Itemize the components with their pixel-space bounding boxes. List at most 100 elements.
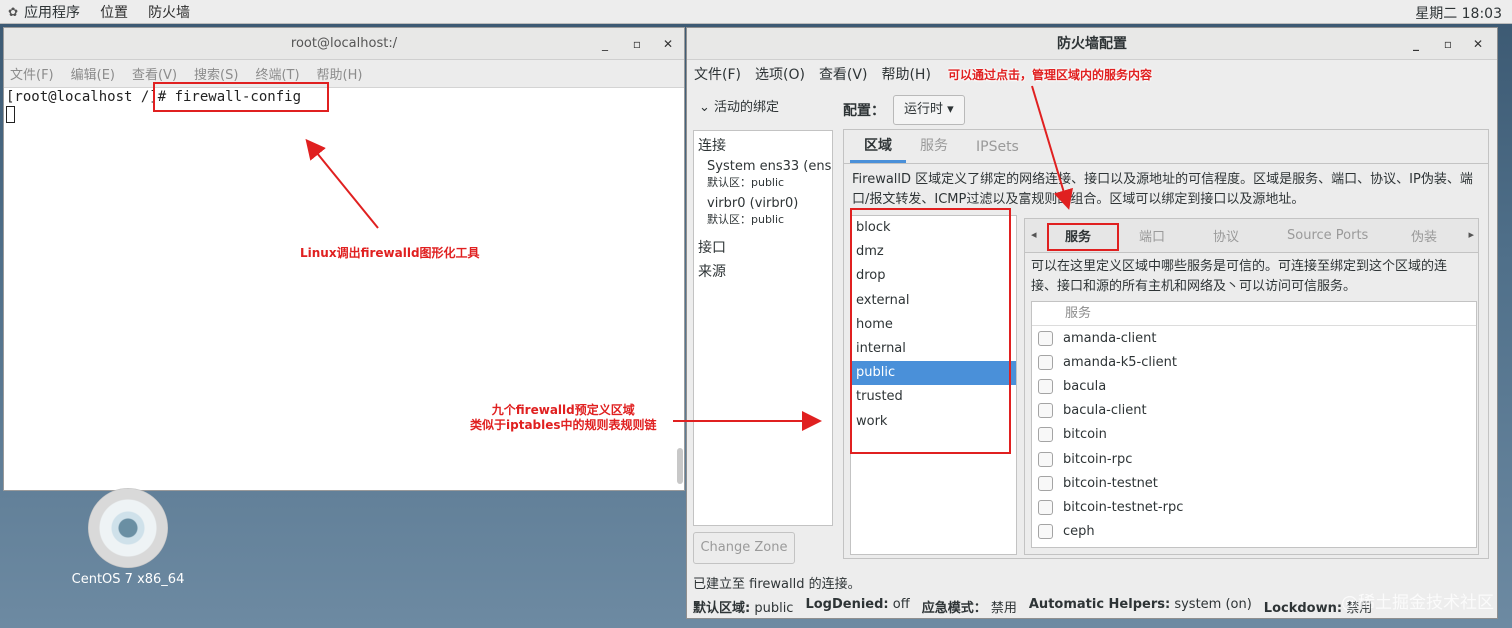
fw-menu-options[interactable]: 选项(O) [755,64,805,84]
service-name: amanda-k5-client [1063,354,1177,370]
tab-ipsets[interactable]: IPSets [962,139,1033,163]
service-checkbox[interactable] [1038,499,1053,515]
panic-value: 禁用 [990,601,1017,616]
terminal-scrollbar[interactable] [677,448,683,484]
annotation-linux-tool: Linux调出firewalld图形化工具 [300,246,480,260]
subtab-protocols[interactable]: 协议 [1213,226,1239,245]
close-icon[interactable]: ✕ [1467,28,1489,60]
service-row[interactable]: bitcoin-rpc [1032,447,1476,471]
tab-zones[interactable]: 区域 [850,135,906,163]
terminal-body[interactable]: [root@localhost /]# firewall-config [4,88,684,124]
bindings-interfaces-header: 接口 [698,240,726,256]
annotation-zones-line1: 九个firewalld预定义区域 [491,403,635,417]
firewall-title: 防火墙配置 [1057,36,1127,52]
config-select[interactable]: 运行时 ▾ [893,95,965,125]
service-row[interactable]: bacula-client [1032,399,1476,423]
service-row[interactable]: bitcoin-testnet-rpc [1032,495,1476,519]
service-row[interactable]: ceph [1032,520,1476,544]
service-checkbox[interactable] [1038,475,1053,491]
menu-file[interactable]: 文件(F) [10,64,54,83]
configuration-row: 配置： 运行时 ▾ [843,94,965,126]
watermark: @稀土掘金技术社区 [1341,593,1494,613]
menu-view[interactable]: 查看(V) [132,64,177,83]
service-name: bacula [1063,378,1107,394]
service-row[interactable]: amanda-client [1032,326,1476,350]
gnome-foot-icon: ✿ [8,4,19,19]
menu-search[interactable]: 搜索(S) [194,64,238,83]
fw-menu-view[interactable]: 查看(V) [819,64,868,84]
subtab-masquerade[interactable]: 伪装 [1411,226,1437,245]
active-app-menu[interactable]: 防火墙 [148,2,190,22]
dropdown-arrow-icon: ▾ [947,102,954,117]
zone-settings-pane: ◂ 服务 端口 协议 Source Ports 伪装 ▸ 可以在这里定义区域中哪… [1024,218,1479,555]
service-row[interactable]: amanda-k5-client [1032,350,1476,374]
panic-label: 应急模式： [921,601,987,616]
default-zone-label: 默认区域: [693,601,751,616]
service-row[interactable]: bitcoin [1032,423,1476,447]
disc-icon [88,488,168,568]
fw-menu-help[interactable]: 帮助(H) [881,64,930,84]
places-menu[interactable]: 位置 [100,2,128,22]
highlight-command-box [153,82,329,112]
applications-menu[interactable]: ✿ 应用程序 [8,2,80,22]
service-name: bitcoin-rpc [1063,451,1133,467]
menu-help[interactable]: 帮助(H) [317,64,363,83]
services-column-header[interactable]: 服务 [1032,302,1476,326]
service-checkbox[interactable] [1038,378,1053,394]
tab-services[interactable]: 服务 [906,135,962,163]
annotation-click-manage: 可以通过点击，管理区域内的服务内容 [948,68,1153,82]
service-row[interactable]: bitcoin-testnet [1032,471,1476,495]
lockdown-label: Lockdown: [1263,601,1343,616]
binding-connection[interactable]: System ens33 (ens33) [694,159,832,174]
desktop-icon-label: CentOS 7 x86_64 [71,572,185,587]
service-checkbox[interactable] [1038,330,1053,346]
connection-status: 已建立至 firewalld 的连接。 [693,577,861,592]
binding-connection[interactable]: virbr0 (virbr0) [694,196,832,211]
firewall-titlebar: 防火墙配置 _ ▫ ✕ [687,28,1497,60]
chevron-down-icon: ⌄ [699,100,710,115]
main-tabs: 区域 服务 IPSets [844,130,1488,164]
active-bindings-label: 活动的绑定 [714,100,780,115]
logdenied-label: LogDenied: [805,597,889,612]
close-icon[interactable]: ✕ [657,28,679,60]
terminal-titlebar: root@localhost:/ _ ▫ ✕ [4,28,684,60]
default-zone-value: public [754,601,794,616]
helpers-value: system (on) [1174,597,1252,612]
scroll-left-icon[interactable]: ◂ [1031,228,1037,241]
change-zone-button[interactable]: Change Zone [693,532,795,564]
service-checkbox[interactable] [1038,451,1053,467]
service-checkbox[interactable] [1038,354,1053,370]
helpers-label: Automatic Helpers: [1028,597,1171,612]
binding-zone: 默认区：public [707,176,785,189]
logdenied-value: off [892,597,910,612]
top-bar: ✿ 应用程序 位置 防火墙 星期二 18:03 [0,0,1512,24]
firewall-window: 防火墙配置 _ ▫ ✕ 文件(F) 选项(O) 查看(V) 帮助(H) ⌄ 活动… [686,27,1498,619]
active-bindings-header[interactable]: ⌄ 活动的绑定 [693,94,833,122]
clock[interactable]: 星期二 18:03 [1415,3,1502,23]
annotation-zones: 九个firewalld预定义区域 类似于iptables中的规则表规则链 [470,403,657,433]
fw-menu-file[interactable]: 文件(F) [694,64,741,84]
subtab-source-ports[interactable]: Source Ports [1287,228,1368,243]
text-cursor [6,106,15,123]
menu-terminal[interactable]: 终端(T) [255,64,299,83]
service-checkbox[interactable] [1038,403,1053,419]
maximize-icon[interactable]: ▫ [1437,28,1459,60]
service-name: bacula-client [1063,403,1147,419]
service-row[interactable]: bacula [1032,374,1476,398]
scroll-right-icon[interactable]: ▸ [1468,228,1474,241]
bindings-list: 连接 System ens33 (ens33) 默认区：public virbr… [693,130,833,526]
menu-edit[interactable]: 编辑(E) [71,64,115,83]
minimize-icon[interactable]: _ [1405,28,1427,60]
service-name: bitcoin-testnet-rpc [1063,499,1184,515]
subtab-ports[interactable]: 端口 [1139,226,1165,245]
service-checkbox[interactable] [1038,427,1053,443]
binding-zone: 默认区：public [707,213,785,226]
maximize-icon[interactable]: ▫ [626,28,648,60]
desktop-icon-centos[interactable]: CentOS 7 x86_64 [68,488,188,587]
highlight-zones-box [850,208,1011,454]
service-checkbox[interactable] [1038,524,1053,540]
highlight-services-tab-box [1047,223,1119,251]
bindings-pane: ⌄ 活动的绑定 连接 System ens33 (ens33) 默认区：publ… [693,94,833,564]
applications-label: 应用程序 [24,4,81,21]
minimize-icon[interactable]: _ [594,28,616,60]
